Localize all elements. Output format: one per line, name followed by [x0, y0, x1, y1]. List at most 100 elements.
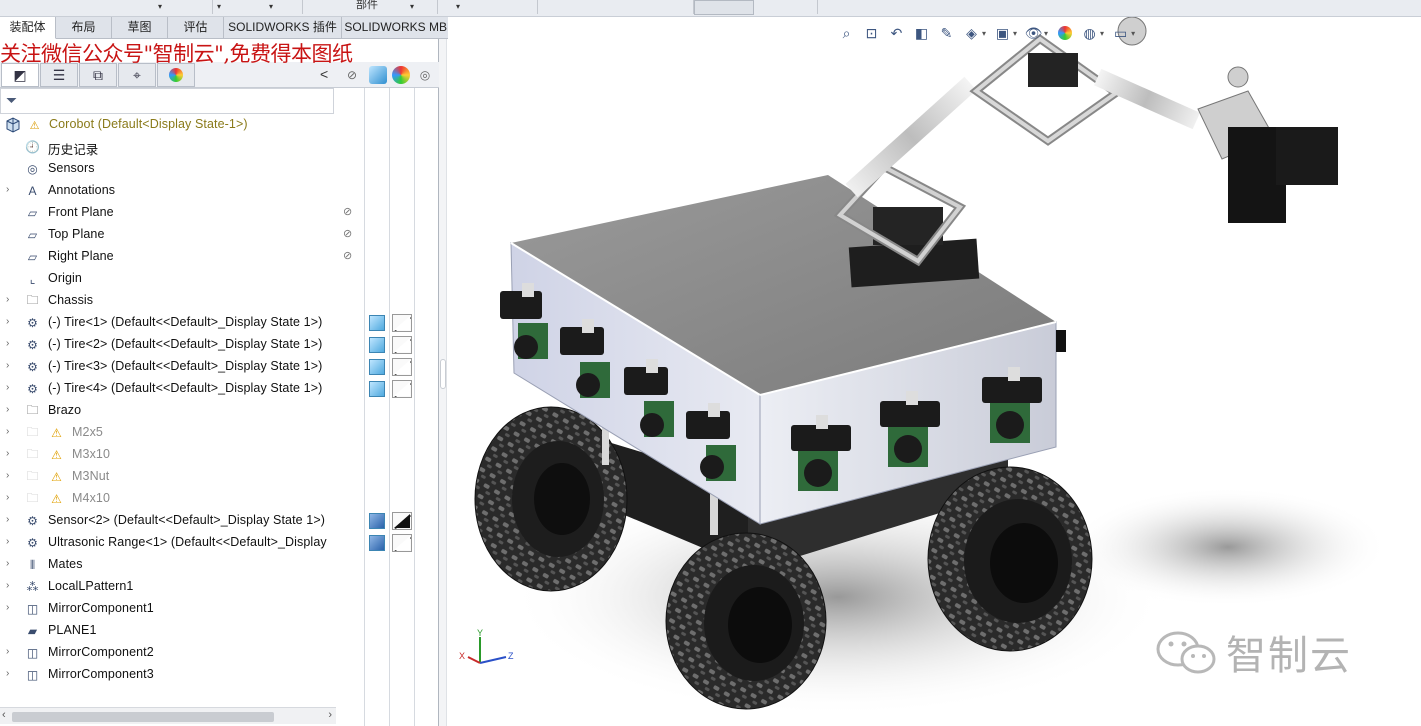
tree-row[interactable]: › ◫ MirrorComponent3 — [0, 664, 439, 686]
toolbar-segment[interactable] — [754, 0, 818, 14]
tree-row[interactable]: › 🗀 ⚠ M2x5 — [0, 422, 439, 444]
tab-solidworks-addins[interactable]: SOLIDWORKS 插件 — [224, 17, 342, 39]
view-settings-icon[interactable]: ▭ — [1110, 23, 1131, 43]
tree-row[interactable]: ▱ Top Plane ⊘ — [0, 224, 439, 246]
toolbar-box-button[interactable] — [694, 0, 754, 15]
display-state-cube-icon[interactable] — [369, 513, 385, 529]
hidden-eye-icon[interactable]: ⊘ — [343, 227, 352, 240]
hide-show-items-icon[interactable]: 👁 — [1023, 23, 1044, 43]
tree-row[interactable]: › 🗀 ⚠ M3Nut — [0, 466, 439, 488]
expand-caret-icon[interactable]: › — [6, 514, 9, 525]
expand-caret-icon[interactable]: › — [6, 536, 9, 547]
dropdown-arrow-icon[interactable]: ▾ — [217, 2, 221, 11]
display-state-cube-icon[interactable] — [369, 66, 387, 84]
dropdown-arrow-icon[interactable]: ▾ — [982, 29, 986, 38]
expand-caret-icon[interactable]: › — [6, 580, 9, 591]
zoom-to-fit-icon[interactable]: ⌕ — [836, 23, 857, 43]
expand-caret-icon[interactable]: › — [6, 360, 9, 371]
expand-caret-icon[interactable]: › — [6, 646, 9, 657]
tree-row[interactable]: › 🗀 Chassis — [0, 290, 439, 312]
tab-solidworks-mbd[interactable]: SOLIDWORKS MBD — [342, 17, 458, 39]
tree-row[interactable]: › 🗀 ⚠ M3x10 — [0, 444, 439, 466]
horizontal-scrollbar[interactable]: ‹ › — [0, 707, 336, 724]
display-state-cube-icon[interactable] — [369, 315, 385, 331]
dropdown-arrow-icon[interactable]: ▾ — [1013, 29, 1017, 38]
tree-row[interactable]: ▰ PLANE1 — [0, 620, 439, 642]
expand-caret-icon[interactable]: › — [6, 338, 9, 349]
tree-row[interactable]: › ⚙ Ultrasonic Range<1> (Default<<Default>… — [0, 532, 439, 554]
display-state-cube-icon[interactable] — [369, 337, 385, 353]
edit-appearance-icon[interactable] — [1054, 23, 1075, 43]
toolbar-segment[interactable]: ▾ — [438, 0, 538, 14]
toolbar-segment[interactable]: ▾ — [388, 0, 438, 14]
tree-row[interactable]: ▱ Right Plane ⊘ — [0, 246, 439, 268]
appearance-triangle-icon[interactable] — [392, 534, 412, 552]
tree-root-row[interactable]: ⚠ Corobot (Default<Display State-1>) — [0, 114, 439, 136]
dynamic-annotation-icon[interactable]: ✎ — [936, 23, 957, 43]
tab-sketch[interactable]: 草图 — [112, 17, 168, 39]
tab-evaluate[interactable]: 评估 — [168, 17, 224, 39]
tree-filter-field[interactable]: ⏷ — [0, 88, 334, 114]
expand-caret-icon[interactable]: › — [6, 404, 9, 415]
tree-row[interactable]: › ⚙ Sensor<2> (Default<<Default>_Display S… — [0, 510, 439, 532]
tree-row[interactable]: › ⁂ LocalLPattern1 — [0, 576, 439, 598]
appearance-triangle-icon[interactable] — [392, 380, 412, 398]
panel-collapse-toggle[interactable]: < — [320, 66, 328, 82]
tree-row[interactable]: › ⚙ (-) Tire<3> (Default<<Default>_Display… — [0, 356, 439, 378]
tree-row[interactable]: › 🗀 ⚠ M4x10 — [0, 488, 439, 510]
tree-row[interactable]: › 🗀 Brazo — [0, 400, 439, 422]
expand-caret-icon[interactable]: › — [6, 448, 9, 459]
filter-funnel-icon[interactable]: ⏷ — [6, 92, 17, 109]
tree-row[interactable]: ▱ Front Plane ⊘ — [0, 202, 439, 224]
previous-view-icon[interactable]: ↶ — [886, 23, 907, 43]
tree-row[interactable]: › ⚙ (-) Tire<1> (Default<<Default>_Display… — [0, 312, 439, 334]
dropdown-arrow-icon[interactable]: ▾ — [410, 2, 414, 11]
tree-row[interactable]: › ⚙ (-) Tire<2> (Default<<Default>_Display… — [0, 334, 439, 356]
expand-caret-icon[interactable]: › — [6, 668, 9, 679]
hidden-eye-icon[interactable]: ⊘ — [343, 249, 352, 262]
appearance-icon[interactable] — [392, 66, 410, 84]
apply-scene-icon[interactable]: ◍ — [1079, 23, 1100, 43]
tab-assembly[interactable]: 装配体 — [0, 17, 56, 39]
expand-caret-icon[interactable]: › — [6, 558, 9, 569]
toolbar-segment[interactable] — [538, 0, 694, 14]
expand-caret-icon[interactable]: › — [6, 316, 9, 327]
transparency-icon[interactable]: ◎ — [416, 66, 434, 84]
tree-row[interactable]: 🕘 历史记录 — [0, 136, 439, 158]
robot-model-render[interactable] — [448, 17, 1421, 726]
tree-row[interactable]: › ◫ MirrorComponent2 — [0, 642, 439, 664]
dropdown-arrow-icon[interactable]: ▾ — [158, 2, 162, 11]
expand-caret-icon[interactable]: › — [6, 426, 9, 437]
tree-row[interactable]: › ◫ MirrorComponent1 — [0, 598, 439, 620]
appearance-triangle-icon[interactable] — [392, 512, 412, 530]
zoom-to-area-icon[interactable]: ⊡ — [861, 23, 882, 43]
splitter-grip[interactable] — [440, 359, 446, 389]
display-state-cube-icon[interactable] — [369, 381, 385, 397]
tree-row[interactable]: › ⫴ Mates — [0, 554, 439, 576]
expand-caret-icon[interactable]: › — [6, 470, 9, 481]
view-orientation-icon[interactable]: ◈ — [961, 23, 982, 43]
expand-caret-icon[interactable]: › — [6, 382, 9, 393]
appearance-triangle-icon[interactable] — [392, 314, 412, 332]
display-state-cube-icon[interactable] — [369, 535, 385, 551]
scroll-left-icon[interactable]: ‹ — [2, 709, 6, 721]
tree-row[interactable]: › ⚙ (-) Tire<4> (Default<<Default>_Display… — [0, 378, 439, 400]
expand-caret-icon[interactable]: › — [6, 294, 9, 305]
dropdown-arrow-icon[interactable]: ▾ — [456, 2, 460, 11]
toolbar-segment[interactable]: ▾ ▾ — [213, 0, 303, 14]
appearance-triangle-icon[interactable] — [392, 336, 412, 354]
hidden-eye-icon[interactable]: ⊘ — [343, 205, 352, 218]
dropdown-arrow-icon[interactable]: ▾ — [1100, 29, 1104, 38]
section-view-icon[interactable]: ◧ — [911, 23, 932, 43]
tab-layout[interactable]: 布局 — [56, 17, 112, 39]
expand-caret-icon[interactable]: › — [6, 492, 9, 503]
dropdown-arrow-icon[interactable]: ▾ — [1044, 29, 1048, 38]
expand-caret-icon[interactable]: › — [6, 602, 9, 613]
tree-row[interactable]: › A Annotations — [0, 180, 439, 202]
toolbar-segment[interactable]: ▾ — [118, 0, 213, 14]
parts-label[interactable]: 部件 — [346, 0, 388, 12]
display-style-icon[interactable]: ▣ — [992, 23, 1013, 43]
scroll-right-icon[interactable]: › — [328, 709, 332, 721]
dropdown-arrow-icon[interactable]: ▾ — [269, 2, 273, 11]
panel-splitter[interactable] — [439, 39, 447, 726]
